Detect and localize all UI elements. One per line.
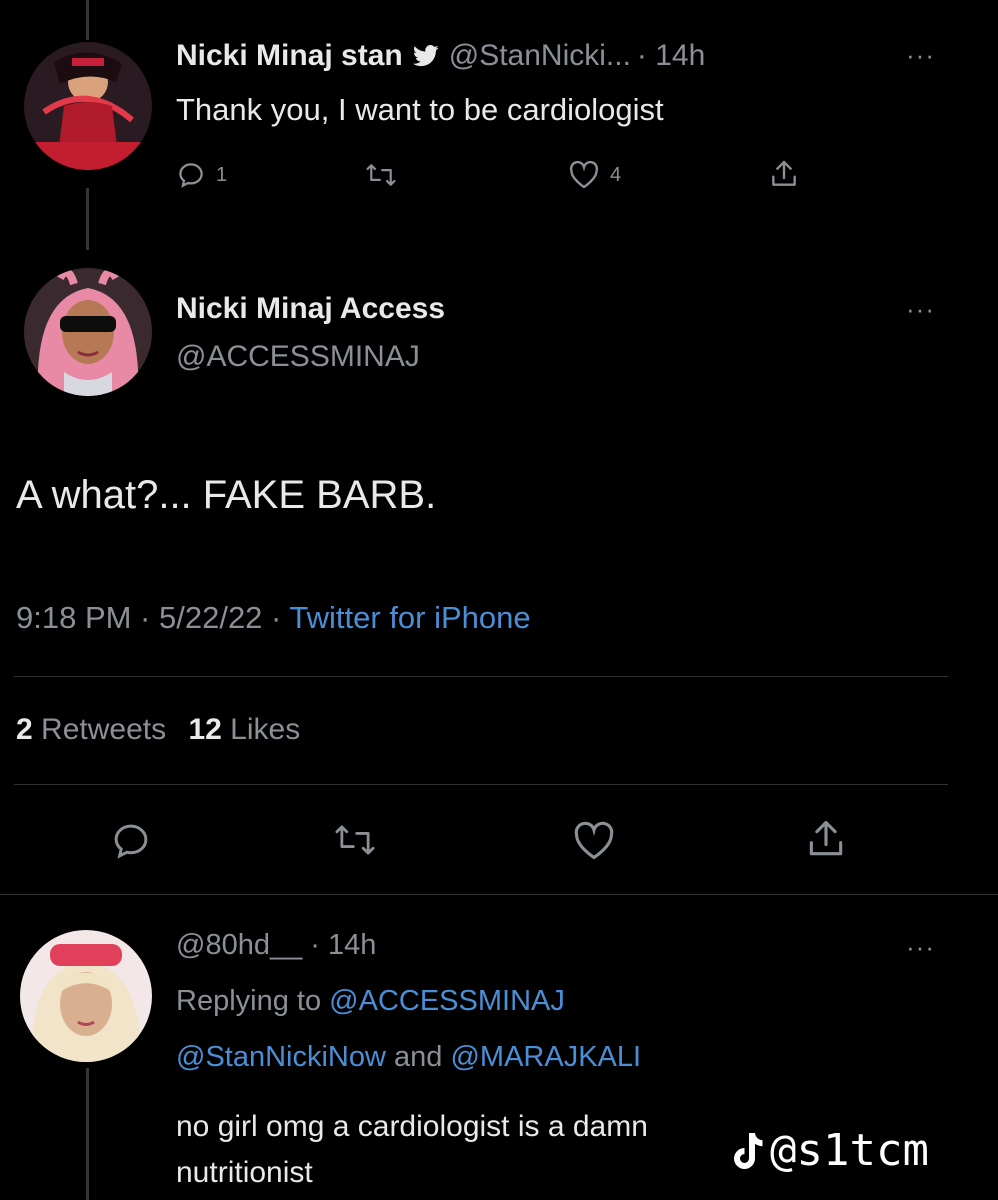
retweets-label: Retweets — [41, 713, 167, 746]
tweet-text: Thank you, I want to be cardiologist — [176, 92, 664, 127]
tweet-timestamp: 9:18 PM · 5/22/22 · — [16, 600, 290, 635]
more-options-icon[interactable]: ··· — [906, 296, 935, 322]
retweet-button[interactable] — [332, 820, 378, 860]
tweet-text: no girl omg a cardiologist is a damn nut… — [176, 1104, 648, 1196]
divider — [0, 894, 998, 895]
like-count: 4 — [610, 163, 622, 186]
tweet-source[interactable]: Twitter for iPhone — [289, 600, 530, 635]
likes-stat[interactable]: 12 Likes — [188, 713, 300, 746]
reply-count: 1 — [216, 163, 228, 186]
twitter-bird-icon — [412, 45, 439, 67]
comment-icon — [176, 160, 206, 190]
mention-link[interactable]: @StanNickiNow — [176, 1041, 386, 1073]
author-handle[interactable]: @ACCESSMINAJ — [176, 338, 420, 376]
thread-line-bottom — [86, 1068, 89, 1200]
likes-label: Likes — [230, 713, 301, 746]
retweets-stat[interactable]: 2 Retweets — [16, 713, 174, 746]
tweet-time: · 14h — [636, 39, 706, 72]
heart-icon — [572, 820, 616, 862]
mention-link[interactable]: @ACCESSMINAJ — [329, 985, 565, 1017]
tiktok-note-icon — [728, 1129, 764, 1173]
tweet-text: A what?... FAKE BARB. — [16, 473, 437, 517]
author-handle[interactable]: @StanNicki... — [449, 36, 631, 76]
likes-count: 12 — [188, 713, 222, 746]
share-icon — [804, 816, 848, 862]
thread-line-mid — [86, 188, 89, 250]
retweets-count: 2 — [16, 713, 33, 746]
watermark-handle: @s1tcm — [770, 1125, 929, 1176]
reply-button[interactable]: 1 — [176, 160, 227, 190]
replying-label: Replying to — [176, 985, 322, 1017]
author-handle[interactable]: @80hd__ — [176, 929, 302, 961]
tiktok-watermark: @s1tcm — [728, 1124, 929, 1178]
retweet-button[interactable] — [364, 160, 398, 190]
replying-to: Replying to @ACCESSMINAJ — [176, 982, 565, 1020]
retweet-icon — [332, 820, 378, 860]
tweet-time: · 14h — [310, 929, 377, 961]
share-button[interactable] — [768, 158, 800, 190]
avatar[interactable] — [24, 268, 152, 396]
share-icon — [768, 158, 800, 190]
comment-icon — [110, 820, 152, 862]
engagement-stats: 2 Retweets 12 Likes — [16, 710, 300, 750]
author-name[interactable]: Nicki Minaj stan — [176, 36, 403, 76]
more-options-icon[interactable]: ··· — [906, 42, 935, 68]
mention-and: and — [394, 1041, 443, 1073]
divider — [14, 676, 948, 677]
mention-link[interactable]: @MARAJKALI — [450, 1041, 641, 1073]
share-button[interactable] — [804, 816, 848, 862]
like-button[interactable] — [572, 820, 616, 862]
tweet-text-line: nutritionist — [176, 1156, 313, 1189]
avatar[interactable] — [24, 42, 152, 170]
author-name[interactable]: Nicki Minaj Access — [176, 290, 445, 328]
tweet-text-line: no girl omg a cardiologist is a damn — [176, 1110, 648, 1143]
avatar[interactable] — [20, 930, 152, 1062]
replying-to-more: @StanNickiNow and @MARAJKALI — [176, 1038, 641, 1076]
divider — [14, 784, 948, 785]
more-options-icon[interactable]: ··· — [906, 934, 935, 960]
heart-icon — [568, 160, 600, 190]
thread-line-top — [86, 0, 89, 40]
like-button[interactable]: 4 — [568, 160, 621, 190]
reply-button[interactable] — [110, 820, 152, 862]
retweet-icon — [364, 160, 398, 190]
